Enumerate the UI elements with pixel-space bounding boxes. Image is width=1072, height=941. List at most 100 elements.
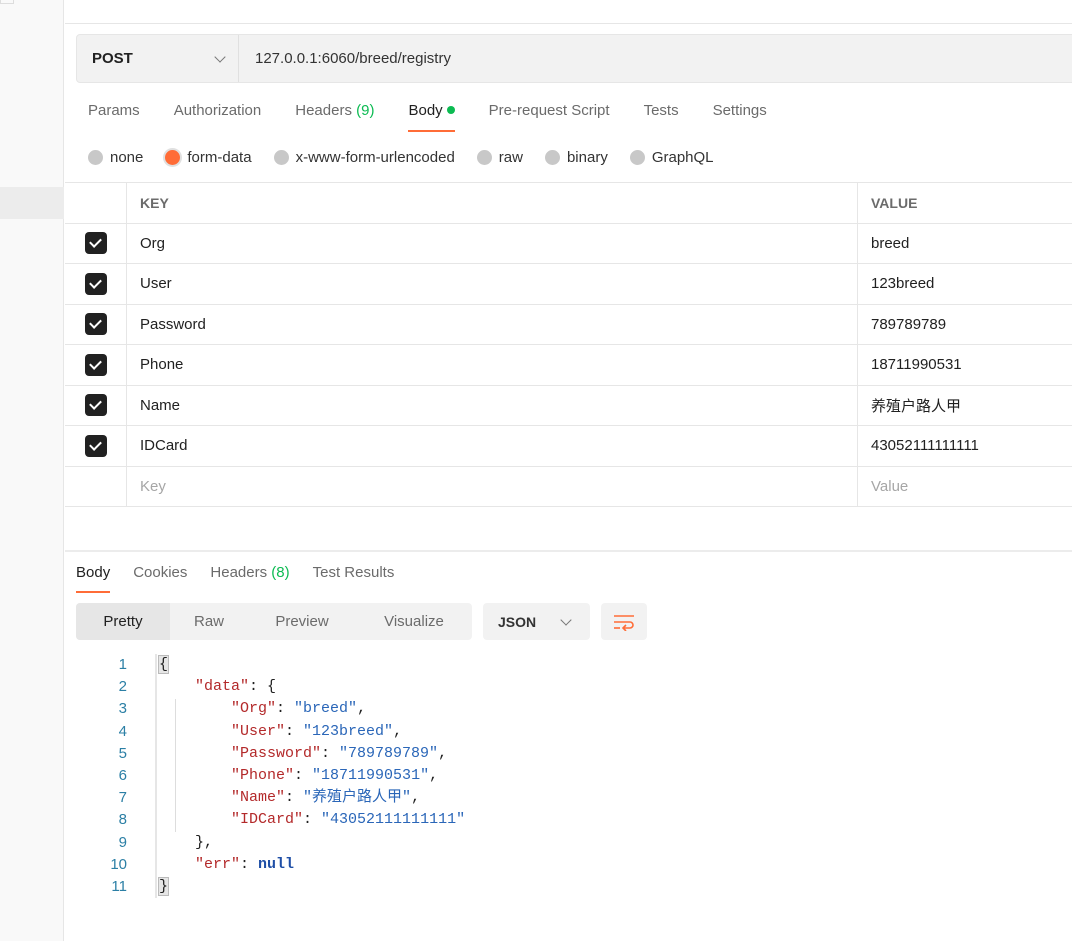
request-tabs: Params Authorization Headers (9) Body Pr… [88, 102, 801, 132]
tab-tests[interactable]: Tests [644, 102, 679, 132]
response-code: 1{2 "data": {3 "Org": "breed", 4 "User": … [65, 654, 466, 899]
chevron-down-icon [214, 50, 226, 63]
value-cell[interactable]: breed [858, 224, 1072, 264]
json-value: "18711990531" [312, 766, 430, 784]
view-visualize[interactable]: Visualize [356, 603, 472, 640]
checkbox-checked-icon[interactable] [84, 394, 107, 417]
value-cell[interactable]: 789789789 [858, 305, 1072, 345]
checkbox-checked-icon[interactable] [84, 434, 107, 457]
tab-authorization[interactable]: Authorization [174, 102, 262, 132]
radio-form-data[interactable]: form-data [165, 149, 252, 166]
tab-cookies[interactable]: Cookies [133, 564, 187, 593]
key-input[interactable]: Key [127, 466, 858, 506]
line-number: 7 [118, 789, 127, 807]
code-line: 3 "Org": "breed", [65, 698, 465, 721]
checkbox-checked-icon[interactable] [84, 353, 107, 376]
checkbox-checked-icon[interactable] [84, 313, 107, 336]
tab-pre-request-script[interactable]: Pre-request Script [489, 102, 610, 132]
wrap-lines-button[interactable] [601, 603, 647, 640]
radio-urlencoded[interactable]: x-www-form-urlencoded [273, 149, 455, 166]
value-cell[interactable]: 123breed [858, 264, 1072, 304]
radio-raw[interactable]: raw [476, 149, 523, 166]
tab-body[interactable]: Body [408, 102, 455, 132]
tab-label: Body [408, 102, 443, 119]
table-row: Phone 18711990531 [65, 345, 1072, 386]
radio-graphql[interactable]: GraphQL [629, 149, 714, 166]
code-line: 5 "Password": "789789789", [65, 742, 465, 765]
tab-headers[interactable]: Headers (9) [295, 102, 374, 132]
code-line: 1{ [65, 654, 465, 677]
line-number: 8 [118, 811, 127, 829]
key-cell[interactable]: User [127, 264, 858, 304]
url-bar: POST 127.0.0.1:6060/breed/registry [76, 34, 1072, 83]
radio-label: form-data [187, 149, 252, 166]
tab-response-headers[interactable]: Headers (8) [210, 564, 289, 593]
tab-response-body[interactable]: Body [76, 564, 111, 593]
format-label: JSON [498, 613, 537, 630]
tab-params[interactable]: Params [88, 102, 140, 132]
radio-selected-icon [165, 150, 181, 165]
view-mode-toggle: Pretty Raw Preview Visualize [76, 603, 472, 640]
sidebar-selected-item[interactable] [0, 187, 64, 219]
method-select[interactable]: POST [77, 35, 239, 82]
checkbox-checked-icon[interactable] [84, 272, 107, 295]
breadcrumb [65, 0, 1072, 24]
sidebar-box [0, 0, 14, 4]
headers-count: (9) [356, 102, 375, 119]
line-number: 3 [118, 700, 127, 718]
line-number: 11 [111, 877, 127, 895]
json-value: "43052111111111" [321, 811, 466, 829]
chevron-down-icon [560, 613, 572, 626]
url-input[interactable]: 127.0.0.1:6060/breed/registry [239, 50, 451, 67]
pane-divider[interactable] [65, 550, 1072, 552]
radio-icon [88, 150, 103, 165]
tab-settings[interactable]: Settings [713, 102, 767, 132]
sidebar [0, 0, 64, 941]
format-select[interactable]: JSON [483, 603, 590, 640]
value-cell[interactable]: 43052111111111 [858, 426, 1072, 466]
value-cell[interactable]: 养殖户路人甲 [858, 386, 1072, 426]
code-line: 6 "Phone": "18711990531", [65, 764, 465, 788]
key-cell[interactable]: Name [127, 385, 858, 425]
radio-label: binary [566, 149, 608, 166]
key-cell[interactable]: Password [127, 304, 858, 344]
line-number: 2 [118, 678, 127, 696]
table-row: IDCard 43052111111111 [65, 426, 1072, 467]
value-cell[interactable]: 18711990531 [858, 345, 1072, 385]
key-cell[interactable]: IDCard [127, 426, 858, 466]
code-line: 9 }, [65, 831, 465, 854]
value-header: VALUE [871, 194, 918, 211]
radio-none[interactable]: none [88, 149, 143, 166]
json-value: "养殖户路人甲" [303, 789, 412, 807]
value-input[interactable]: Value [858, 467, 1072, 507]
radio-binary[interactable]: binary [544, 149, 608, 166]
line-number: 10 [110, 855, 127, 873]
radio-icon [544, 150, 560, 165]
line-number: 6 [118, 766, 127, 784]
tab-label: Headers [210, 564, 268, 581]
checkbox-checked-icon[interactable] [84, 232, 107, 255]
line-number: 9 [118, 833, 127, 851]
view-preview[interactable]: Preview [248, 603, 356, 640]
radio-label: none [110, 149, 144, 166]
code-line: 2 "data": { [65, 676, 465, 699]
response-tabs: Body Cookies Headers (8) Test Results [76, 564, 417, 593]
line-number: 4 [118, 722, 127, 740]
view-pretty[interactable]: Pretty [76, 603, 170, 640]
json-value: "789789789" [339, 744, 439, 762]
table-header: KEY VALUE [65, 183, 1072, 224]
view-raw[interactable]: Raw [170, 603, 248, 640]
key-cell[interactable]: Phone [127, 345, 858, 385]
json-value: "123breed" [303, 722, 394, 740]
form-data-table: KEY VALUE Org breed User 123breed Password 789… [65, 182, 1072, 507]
tab-label: Headers [295, 102, 352, 119]
headers-count: (8) [271, 564, 290, 581]
radio-label: x-www-form-urlencoded [295, 149, 455, 166]
tab-test-results[interactable]: Test Results [313, 564, 395, 593]
line-number: 1 [118, 656, 127, 673]
code-line: 7 "Name": "养殖户路人甲", [65, 787, 465, 810]
key-cell[interactable]: Org [127, 223, 858, 263]
code-line: 11} [65, 875, 465, 899]
radio-icon [273, 150, 289, 165]
table-row: Password 789789789 [65, 304, 1072, 345]
